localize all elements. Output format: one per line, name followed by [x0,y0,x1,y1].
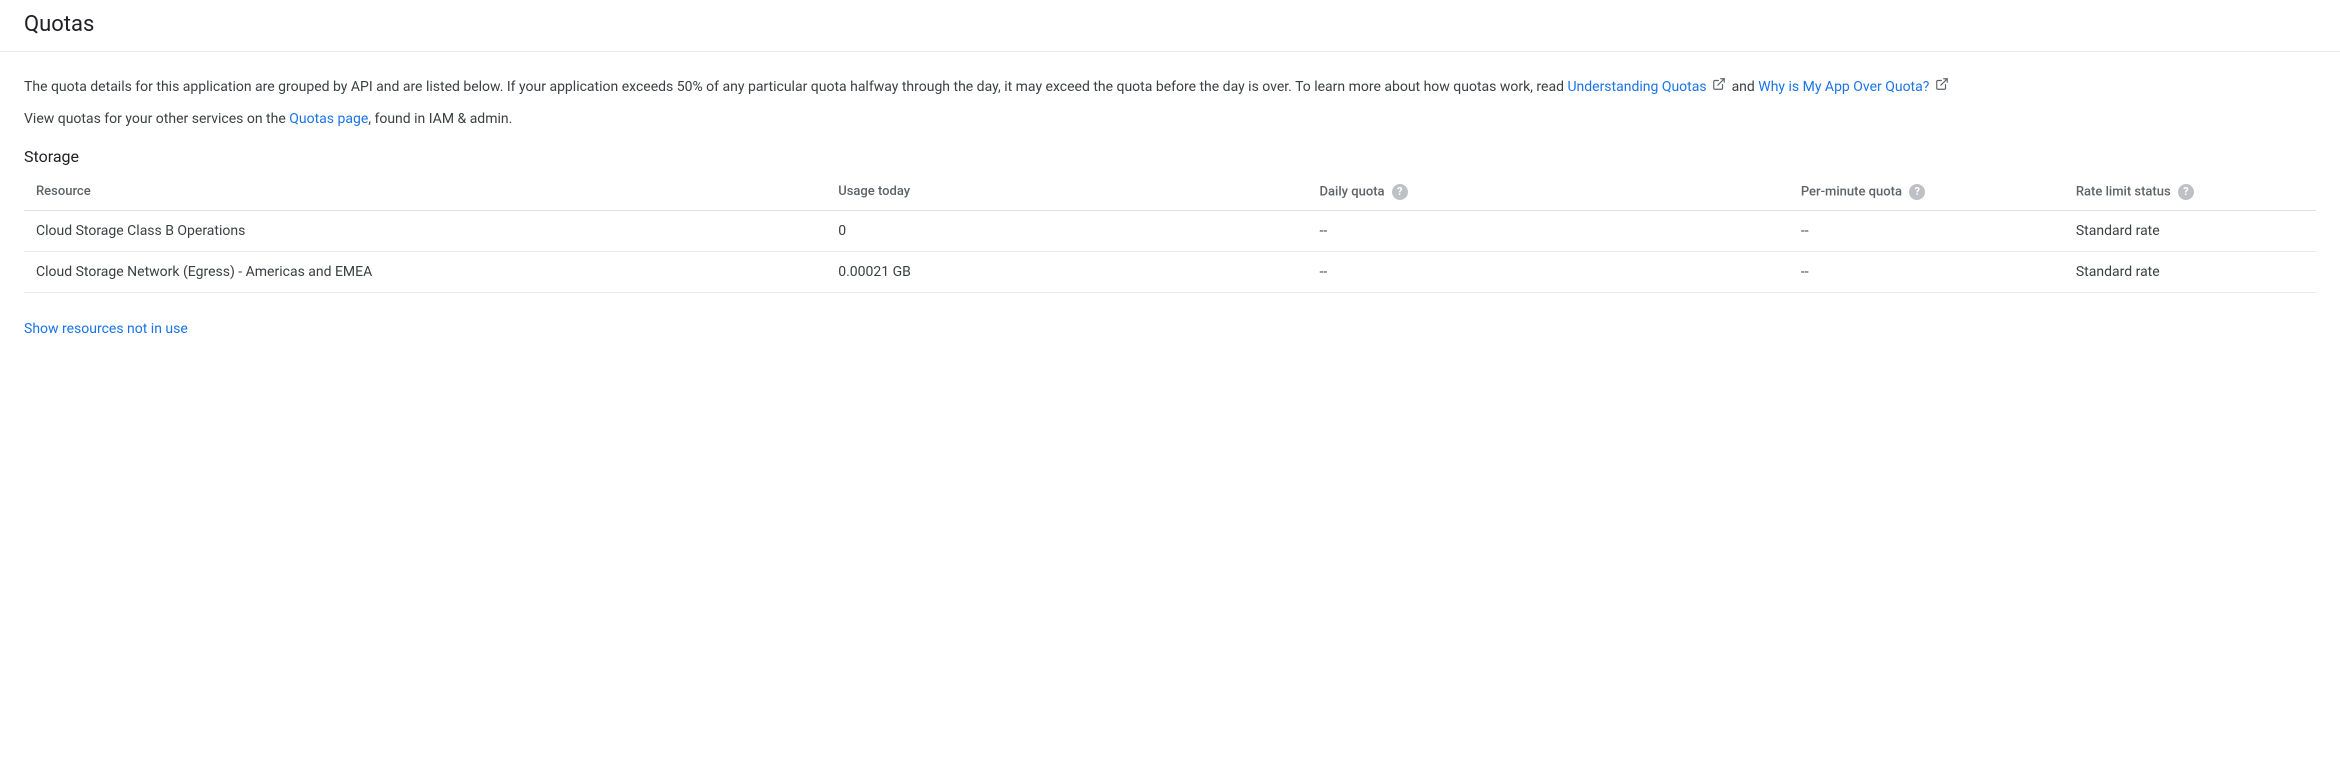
help-icon[interactable]: ? [1392,184,1408,200]
understanding-quotas-label: Understanding Quotas [1567,79,1706,95]
storage-section-title: Storage [24,147,2316,166]
cell-usage: 0 [826,210,1307,251]
external-link-icon [1712,76,1726,98]
show-resources-link[interactable]: Show resources not in use [24,321,188,337]
quota-table: Resource Usage today Daily quota ? Per-m… [24,174,2316,293]
cell-daily: -- [1308,210,1789,251]
column-header-usage: Usage today [826,174,1307,211]
help-icon[interactable]: ? [2178,184,2194,200]
cell-rate: Standard rate [2064,251,2316,292]
why-over-quota-label: Why is My App Over Quota? [1758,79,1929,95]
external-link-icon [1935,76,1949,98]
column-header-permin: Per-minute quota ? [1789,174,2064,211]
description-paragraph-2: View quotas for your other services on t… [24,108,2316,130]
cell-permin: -- [1789,210,2064,251]
cell-resource: Cloud Storage Class B Operations [24,210,826,251]
cell-permin: -- [1789,251,2064,292]
column-header-resource: Resource [24,174,826,211]
table-row: Cloud Storage Network (Egress) - America… [24,251,2316,292]
column-header-rate-label: Rate limit status [2076,184,2171,199]
table-row: Cloud Storage Class B Operations 0 -- --… [24,210,2316,251]
why-over-quota-link[interactable]: Why is My App Over Quota? [1758,79,1951,95]
page-content: The quota details for this application a… [0,52,2340,361]
description-paragraph-1: The quota details for this application a… [24,76,2316,98]
description-text-2: and [1732,79,1759,95]
description-text-3: View quotas for your other services on t… [24,111,289,127]
page-title: Quotas [24,12,2316,37]
cell-resource: Cloud Storage Network (Egress) - America… [24,251,826,292]
table-header-row: Resource Usage today Daily quota ? Per-m… [24,174,2316,211]
column-header-daily: Daily quota ? [1308,174,1789,211]
cell-rate: Standard rate [2064,210,2316,251]
cell-daily: -- [1308,251,1789,292]
column-header-daily-label: Daily quota [1320,184,1385,199]
description-text-4: , found in IAM & admin. [368,111,512,127]
column-header-rate: Rate limit status ? [2064,174,2316,211]
quotas-page-link[interactable]: Quotas page [289,111,368,127]
description-text-1: The quota details for this application a… [24,79,1567,95]
cell-usage: 0.00021 GB [826,251,1307,292]
page-header: Quotas [0,0,2340,52]
understanding-quotas-link[interactable]: Understanding Quotas [1567,79,1731,95]
help-icon[interactable]: ? [1909,184,1925,200]
column-header-permin-label: Per-minute quota [1801,184,1902,199]
